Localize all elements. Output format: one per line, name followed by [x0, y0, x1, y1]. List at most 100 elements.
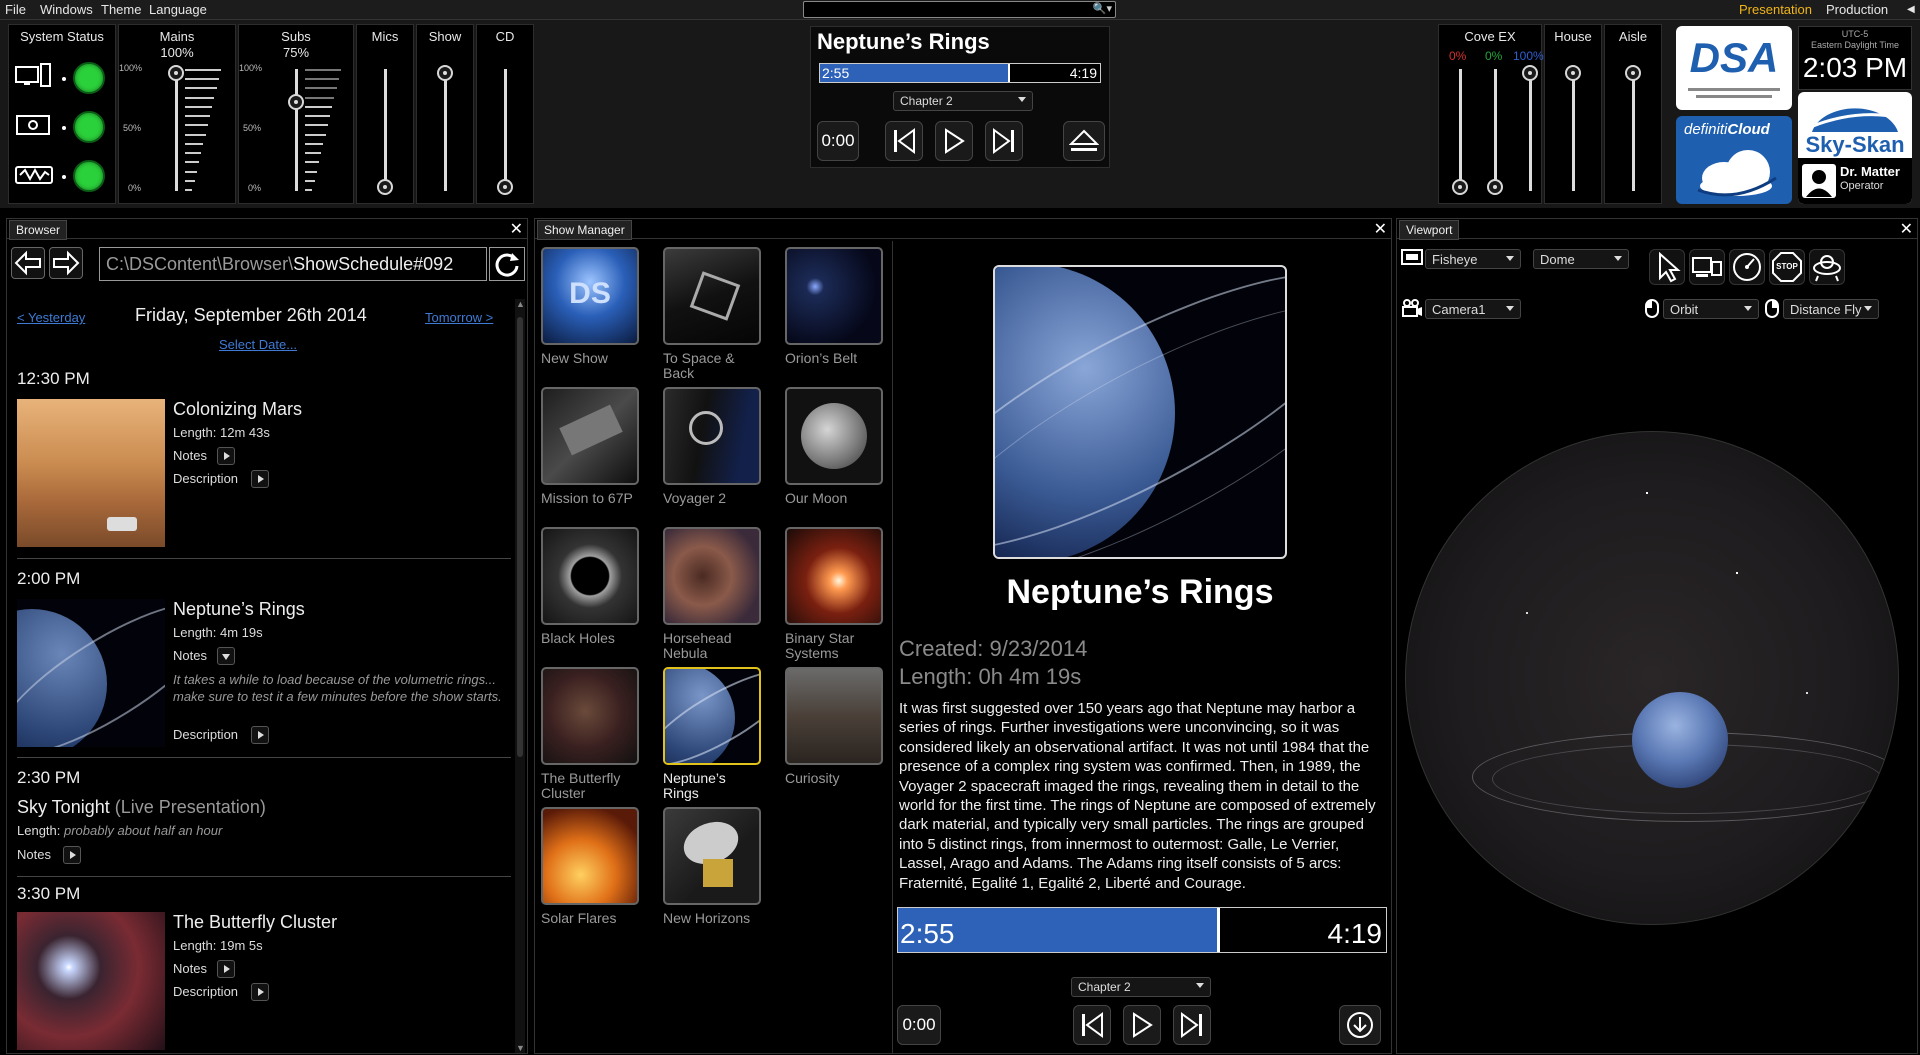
cove-red-knob[interactable]	[1452, 179, 1468, 195]
tomorrow-link[interactable]: Tomorrow >	[425, 310, 493, 325]
show-thumb-our-moon[interactable]	[785, 387, 883, 485]
detail-load-button[interactable]	[1339, 1005, 1381, 1045]
show-label: Voyager 2	[663, 490, 727, 506]
entry-title[interactable]: Neptune’s Rings	[173, 599, 305, 620]
surface-select[interactable]: Dome	[1533, 249, 1629, 269]
display-tool-button[interactable]	[1689, 249, 1725, 285]
back-button[interactable]	[11, 247, 45, 279]
scrollbar-thumb[interactable]	[517, 317, 523, 757]
menu-file[interactable]: File	[5, 2, 26, 17]
user-panel[interactable]: Dr. Matter Operator	[1798, 158, 1912, 204]
show-fader-knob[interactable]	[437, 65, 453, 81]
level-tick	[185, 189, 193, 191]
player-play-button[interactable]	[935, 121, 973, 161]
stop-button[interactable]: STOP	[1769, 249, 1805, 285]
show-thumb-curiosity[interactable]	[785, 667, 883, 765]
notes-expand-button[interactable]	[217, 447, 235, 465]
projection-select[interactable]: Fisheye	[1425, 249, 1521, 269]
show-thumb-mission-67p[interactable]	[541, 387, 639, 485]
detail-chapter-select[interactable]: Chapter 2	[1071, 977, 1211, 997]
show-thumb-neptune-selected[interactable]	[663, 667, 761, 765]
description-expand-button[interactable]	[251, 983, 269, 1001]
description-expand-button[interactable]	[251, 470, 269, 488]
show-manager-tab[interactable]: Show Manager	[537, 220, 632, 240]
notes-expand-button[interactable]	[217, 960, 235, 978]
mics-fader-knob[interactable]	[377, 179, 393, 195]
logo-stripe	[1696, 95, 1772, 98]
neptune-thumbnail[interactable]	[17, 599, 165, 747]
show-thumb-black-holes[interactable]	[541, 527, 639, 625]
cove-blue-knob[interactable]	[1522, 65, 1538, 81]
detail-reset-button[interactable]: 0:00	[897, 1005, 941, 1045]
browser-close-icon[interactable]: ✕	[510, 219, 523, 239]
scale-50: 50%	[242, 123, 261, 133]
forward-button[interactable]	[49, 247, 83, 279]
mars-thumbnail[interactable]	[17, 399, 165, 547]
house-panel: House	[1544, 24, 1602, 204]
detail-prev-button[interactable]	[1073, 1005, 1111, 1045]
player-reset-button[interactable]: 0:00	[817, 121, 859, 161]
scroll-up-icon[interactable]: ▲	[516, 299, 525, 309]
camera-select[interactable]: Camera1	[1425, 299, 1521, 319]
select-date-link[interactable]: Select Date...	[219, 337, 297, 352]
show-manager-close-icon[interactable]: ✕	[1374, 219, 1387, 239]
rover-shape	[107, 517, 137, 531]
player-panel: Neptune’s Rings 2:55 4:19 Chapter 2 0:00	[810, 26, 1110, 168]
notes-expand-button[interactable]	[63, 846, 81, 864]
aisle-fader-knob[interactable]	[1625, 65, 1641, 81]
viewport-close-icon[interactable]: ✕	[1900, 219, 1913, 239]
search-input[interactable]: 🔍▾	[803, 1, 1116, 18]
mains-fader-knob[interactable]	[168, 65, 184, 81]
player-eject-button[interactable]	[1063, 121, 1105, 161]
speed-tool-button[interactable]	[1729, 249, 1765, 285]
menu-windows[interactable]: Windows	[40, 2, 93, 17]
left-mode-select[interactable]: Orbit	[1663, 299, 1759, 319]
detail-progress[interactable]: 2:55 4:19	[897, 907, 1387, 953]
menu-language[interactable]: Language	[149, 2, 207, 17]
show-thumb-space-back[interactable]	[663, 247, 761, 345]
menu-theme[interactable]: Theme	[101, 2, 141, 17]
butterfly-cluster-thumbnail[interactable]	[17, 912, 165, 1050]
player-chapter-select[interactable]: Chapter 2	[893, 91, 1033, 111]
viewport-tab[interactable]: Viewport	[1399, 220, 1460, 240]
mode-presentation[interactable]: Presentation	[1739, 2, 1812, 17]
detail-next-button[interactable]	[1173, 1005, 1211, 1045]
house-fader-knob[interactable]	[1565, 65, 1581, 81]
player-progress[interactable]: 2:55 4:19	[819, 63, 1101, 83]
right-mode-select[interactable]: Distance Fly	[1783, 299, 1879, 319]
scroll-down-icon[interactable]: ▼	[516, 1043, 525, 1053]
search-icon[interactable]: 🔍▾	[1093, 2, 1112, 15]
browser-tab[interactable]: Browser	[9, 220, 68, 240]
show-thumb-new-horizons[interactable]	[663, 807, 761, 905]
show-thumb-new-show[interactable]: DS	[541, 247, 639, 345]
show-thumb-voyager-2[interactable]	[663, 387, 761, 485]
subs-fader-knob[interactable]	[288, 93, 304, 110]
cove-green-knob[interactable]	[1487, 179, 1503, 195]
notes-collapse-button[interactable]	[217, 647, 235, 665]
show-thumb-butterfly[interactable]	[541, 667, 639, 765]
show-thumb-horsehead[interactable]	[663, 527, 761, 625]
ds-glyph: DS	[569, 277, 611, 310]
entry-title-row[interactable]: Sky Tonight (Live Presentation)	[17, 797, 266, 818]
fisheye-dome-view[interactable]	[1405, 431, 1899, 925]
detail-play-button[interactable]	[1123, 1005, 1161, 1045]
cd-fader-knob[interactable]	[497, 179, 513, 195]
player-next-button[interactable]	[985, 121, 1023, 161]
show-label: The Butterfly Cluster	[541, 770, 621, 801]
spaceship-tool-button[interactable]	[1809, 249, 1845, 285]
refresh-button[interactable]	[489, 247, 525, 281]
mics-title: Mics	[371, 29, 399, 44]
select-tool-button[interactable]	[1649, 249, 1685, 285]
player-prev-button[interactable]	[885, 121, 923, 161]
browser-address-input[interactable]: C:\DSContent\Browser\ShowSchedule#092	[99, 247, 487, 281]
yesterday-link[interactable]: < Yesterday	[17, 310, 85, 325]
description-expand-button[interactable]	[251, 726, 269, 744]
entry-title[interactable]: The Butterfly Cluster	[173, 912, 337, 933]
show-thumb-solar-flares[interactable]	[541, 807, 639, 905]
show-thumb-binary-star[interactable]	[785, 527, 883, 625]
entry-title[interactable]: Colonizing Mars	[173, 399, 302, 420]
show-thumb-orions-belt[interactable]	[785, 247, 883, 345]
collapse-arrow-icon[interactable]: ◀	[1907, 4, 1915, 15]
browser-scrollbar[interactable]: ▲ ▼	[515, 299, 525, 1053]
mode-production[interactable]: Production	[1826, 2, 1888, 17]
